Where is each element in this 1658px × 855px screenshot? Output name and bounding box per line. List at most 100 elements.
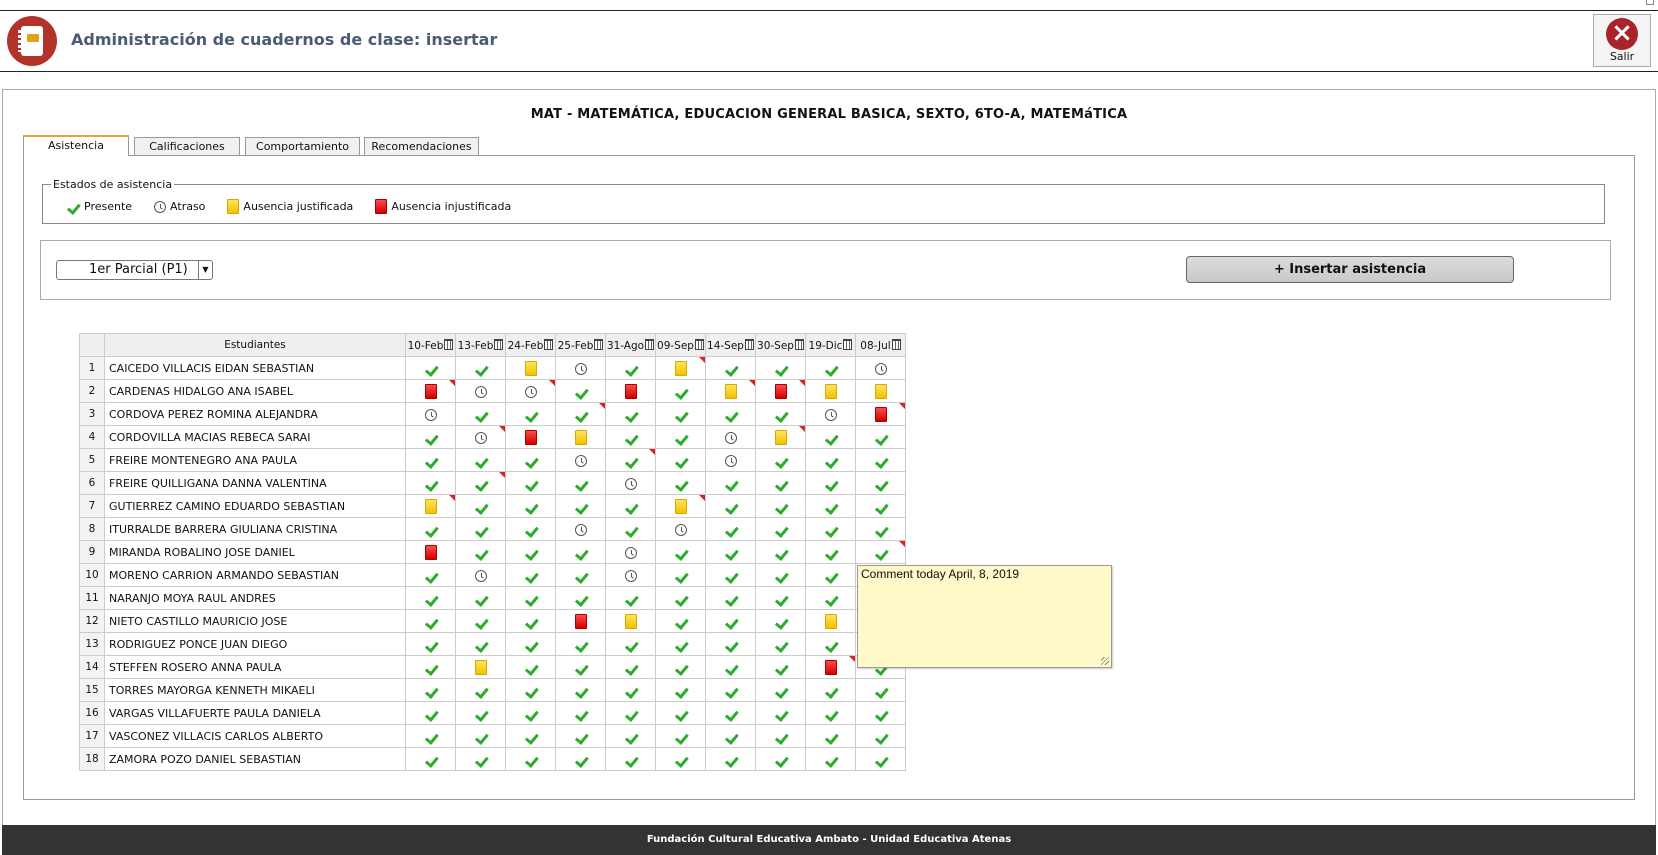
trash-icon[interactable] — [594, 338, 604, 350]
attendance-cell[interactable] — [405, 678, 456, 702]
attendance-cell[interactable] — [605, 494, 656, 518]
attendance-cell[interactable] — [455, 425, 506, 449]
attendance-cell[interactable] — [505, 379, 556, 403]
attendance-cell[interactable] — [655, 517, 706, 541]
attendance-cell[interactable] — [505, 356, 556, 380]
attendance-cell[interactable] — [555, 494, 606, 518]
attendance-cell[interactable] — [555, 632, 606, 656]
attendance-cell[interactable] — [755, 586, 806, 610]
attendance-cell[interactable] — [555, 678, 606, 702]
attendance-cell[interactable] — [455, 540, 506, 564]
attendance-cell[interactable] — [405, 632, 456, 656]
attendance-cell[interactable] — [605, 563, 656, 587]
attendance-cell[interactable] — [555, 609, 606, 633]
trash-icon[interactable] — [645, 338, 655, 350]
attendance-cell[interactable] — [555, 402, 606, 426]
attendance-cell[interactable] — [805, 540, 856, 564]
attendance-cell[interactable] — [555, 425, 606, 449]
attendance-cell[interactable] — [805, 655, 856, 679]
attendance-cell[interactable] — [505, 747, 556, 771]
attendance-cell[interactable] — [555, 563, 606, 587]
attendance-cell[interactable] — [555, 655, 606, 679]
attendance-cell[interactable] — [405, 540, 456, 564]
attendance-cell[interactable] — [455, 402, 506, 426]
trash-icon[interactable] — [843, 338, 853, 350]
attendance-cell[interactable] — [855, 494, 906, 518]
attendance-cell[interactable] — [505, 586, 556, 610]
chevron-down-icon[interactable]: ▼ — [198, 261, 212, 279]
attendance-cell[interactable] — [455, 356, 506, 380]
attendance-cell[interactable] — [855, 540, 906, 564]
attendance-cell[interactable] — [705, 632, 756, 656]
attendance-cell[interactable] — [805, 724, 856, 748]
attendance-cell[interactable] — [855, 517, 906, 541]
attendance-cell[interactable] — [655, 425, 706, 449]
attendance-cell[interactable] — [755, 402, 806, 426]
attendance-cell[interactable] — [605, 655, 656, 679]
attendance-cell[interactable] — [855, 379, 906, 403]
attendance-cell[interactable] — [705, 609, 756, 633]
attendance-cell[interactable] — [455, 563, 506, 587]
attendance-cell[interactable] — [755, 701, 806, 725]
attendance-cell[interactable] — [455, 471, 506, 495]
attendance-cell[interactable] — [655, 609, 706, 633]
attendance-cell[interactable] — [405, 586, 456, 610]
attendance-cell[interactable] — [805, 494, 856, 518]
trash-icon[interactable] — [891, 338, 901, 350]
attendance-cell[interactable] — [655, 655, 706, 679]
attendance-cell[interactable] — [505, 471, 556, 495]
insert-attendance-button[interactable]: + Insertar asistencia — [1186, 256, 1514, 283]
attendance-cell[interactable] — [605, 517, 656, 541]
attendance-cell[interactable] — [755, 563, 806, 587]
attendance-cell[interactable] — [805, 425, 856, 449]
attendance-cell[interactable] — [405, 655, 456, 679]
attendance-cell[interactable] — [605, 678, 656, 702]
attendance-cell[interactable] — [605, 540, 656, 564]
attendance-cell[interactable] — [455, 448, 506, 472]
attendance-cell[interactable] — [405, 448, 456, 472]
attendance-cell[interactable] — [705, 586, 756, 610]
attendance-cell[interactable] — [805, 471, 856, 495]
attendance-cell[interactable] — [855, 701, 906, 725]
attendance-cell[interactable] — [705, 563, 756, 587]
attendance-cell[interactable] — [705, 517, 756, 541]
attendance-cell[interactable] — [705, 402, 756, 426]
attendance-cell[interactable] — [855, 425, 906, 449]
attendance-cell[interactable] — [605, 724, 656, 748]
attendance-cell[interactable] — [755, 356, 806, 380]
attendance-cell[interactable] — [505, 632, 556, 656]
attendance-cell[interactable] — [705, 425, 756, 449]
resize-grip-icon[interactable] — [1101, 657, 1109, 665]
attendance-cell[interactable] — [605, 379, 656, 403]
attendance-cell[interactable] — [705, 471, 756, 495]
attendance-cell[interactable] — [705, 747, 756, 771]
attendance-cell[interactable] — [605, 471, 656, 495]
attendance-cell[interactable] — [405, 517, 456, 541]
tab-comportamiento[interactable]: Comportamiento — [245, 137, 360, 155]
attendance-cell[interactable] — [505, 402, 556, 426]
attendance-cell[interactable] — [605, 402, 656, 426]
attendance-cell[interactable] — [755, 517, 806, 541]
trash-icon[interactable] — [544, 338, 554, 350]
attendance-cell[interactable] — [405, 471, 456, 495]
attendance-cell[interactable] — [555, 379, 606, 403]
tab-asistencia[interactable]: Asistencia — [23, 135, 129, 156]
attendance-cell[interactable] — [705, 540, 756, 564]
attendance-cell[interactable] — [655, 678, 706, 702]
attendance-cell[interactable] — [705, 379, 756, 403]
attendance-cell[interactable] — [855, 471, 906, 495]
attendance-cell[interactable] — [605, 747, 656, 771]
attendance-cell[interactable] — [805, 563, 856, 587]
period-select[interactable]: 1er Parcial (P1) ▼ — [56, 260, 213, 280]
attendance-cell[interactable] — [805, 632, 856, 656]
attendance-cell[interactable] — [455, 701, 506, 725]
attendance-cell[interactable] — [455, 586, 506, 610]
attendance-cell[interactable] — [755, 540, 806, 564]
attendance-cell[interactable] — [505, 609, 556, 633]
attendance-cell[interactable] — [455, 655, 506, 679]
attendance-cell[interactable] — [755, 379, 806, 403]
attendance-cell[interactable] — [505, 678, 556, 702]
attendance-cell[interactable] — [605, 586, 656, 610]
attendance-cell[interactable] — [455, 632, 506, 656]
attendance-cell[interactable] — [805, 448, 856, 472]
